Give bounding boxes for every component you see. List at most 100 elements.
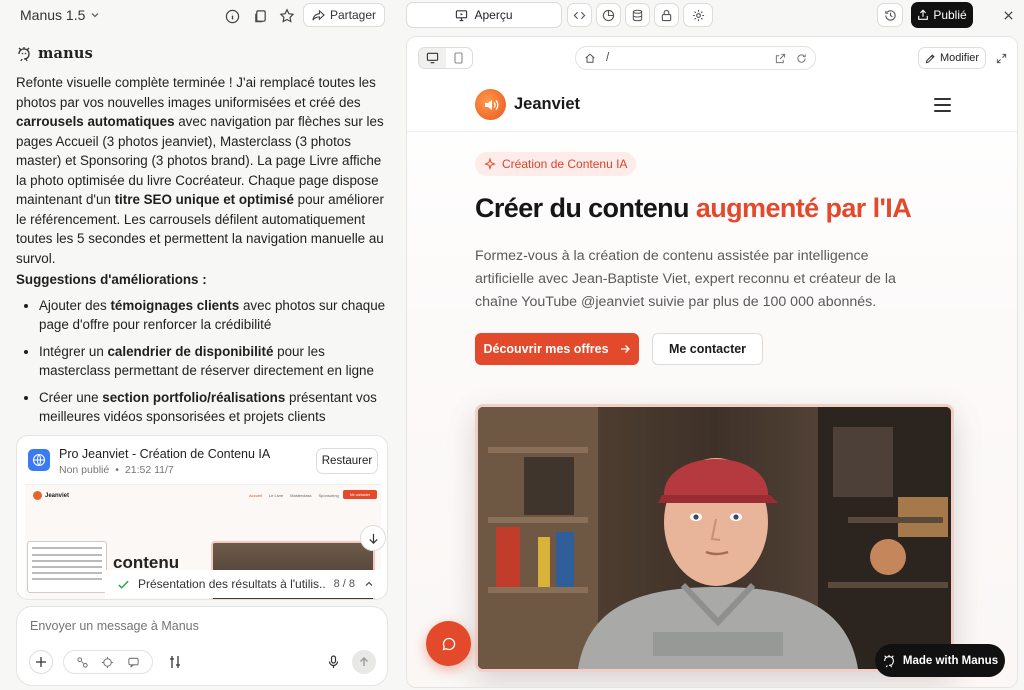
- suggestions-heading: Suggestions d'améliorations :: [16, 270, 394, 290]
- edit-label: Modifier: [939, 52, 980, 64]
- discover-offers-button[interactable]: Découvrir mes offres: [475, 333, 639, 365]
- site-viewport: Jeanviet Création de Contenu IA Créer du…: [407, 79, 1017, 687]
- edit-button[interactable]: Modifier: [918, 47, 986, 69]
- mobile-icon[interactable]: [446, 48, 473, 68]
- agent-icon[interactable]: [101, 656, 114, 669]
- browser-bar: / Modifier: [407, 37, 1017, 79]
- message-composer: [16, 606, 388, 686]
- chat-icon: [442, 637, 455, 650]
- chevron-up-icon: [365, 581, 373, 586]
- lock-icon[interactable]: [654, 3, 679, 27]
- suggestion-item: Ajouter des témoignages clients avec pho…: [39, 296, 394, 335]
- speaker-logo-icon: [475, 89, 506, 120]
- thumb-nav: Accueil Le Livre Masterclass Sponsoring: [249, 493, 339, 498]
- mic-icon[interactable]: [323, 652, 343, 672]
- message-paragraph: Refonte visuelle complète terminée ! J'a…: [16, 73, 394, 268]
- external-link-icon[interactable]: [775, 53, 786, 64]
- settings-sliders-icon[interactable]: [163, 650, 187, 674]
- star-icon[interactable]: [277, 6, 297, 26]
- task-label: Présentation des résultats à l'utilis...: [138, 577, 326, 591]
- globe-icon: [28, 449, 50, 471]
- hero-headline: Créer du contenu augmenté par l'IA: [475, 193, 912, 224]
- device-toggle: [418, 47, 473, 69]
- tool-group: [63, 650, 153, 674]
- url-path: /: [606, 52, 610, 64]
- message-bold: titre SEO unique et optimisé: [114, 192, 294, 207]
- hero-description: Formez-vous à la création de contenu ass…: [475, 248, 896, 310]
- send-icon[interactable]: [352, 650, 376, 674]
- task-count: 8 / 8: [333, 578, 355, 590]
- share-icon: [312, 9, 325, 20]
- primary-cta-label: Découvrir mes offres: [483, 342, 609, 356]
- thumb-logo-icon: [33, 491, 42, 500]
- hero-photo-illustration: [478, 407, 951, 669]
- refresh-icon[interactable]: [796, 53, 807, 64]
- database-icon[interactable]: [625, 3, 650, 27]
- thumb-popup: [27, 541, 107, 593]
- sparkle-icon: [484, 158, 496, 170]
- manus-logo-icon: [18, 46, 30, 61]
- preview-pane: / Modifier Jeanviet Création de Contenu …: [406, 36, 1018, 688]
- close-icon[interactable]: [998, 5, 1018, 25]
- publish-button[interactable]: Publié: [911, 2, 973, 28]
- chat-pane: Manus 1.5 Partager manus Refonte visuell…: [0, 0, 404, 690]
- thumb-brand-name: Jeanviet: [45, 492, 70, 499]
- check-icon: [118, 580, 129, 589]
- info-icon[interactable]: [222, 6, 242, 26]
- chat-bubble-icon[interactable]: [127, 656, 140, 669]
- restore-button[interactable]: Restaurer: [316, 448, 378, 474]
- project-status: Non publié: [59, 464, 110, 476]
- preview-label: Aperçu: [474, 8, 513, 22]
- code-icon[interactable]: [567, 3, 592, 27]
- project-card[interactable]: Pro Jeanviet - Création de Contenu IA No…: [16, 435, 388, 600]
- url-bar[interactable]: /: [575, 46, 816, 70]
- contact-button[interactable]: Me contacter: [652, 333, 763, 365]
- manus-logo-icon: [883, 654, 894, 667]
- arrow-down-icon: [368, 533, 378, 544]
- desktop-icon[interactable]: [419, 48, 446, 68]
- hamburger-icon[interactable]: [934, 98, 951, 112]
- message-bold: carrousels automatiques: [16, 114, 175, 129]
- sender-header: manus: [16, 45, 93, 62]
- connector-icon[interactable]: [76, 656, 89, 669]
- chevron-down-icon: [91, 13, 99, 18]
- suggestions-title: Suggestions d'améliorations :: [16, 272, 207, 287]
- thumb-brand: Jeanviet: [33, 491, 69, 500]
- made-with-label: Made with Manus: [902, 654, 999, 667]
- sender-name: manus: [38, 45, 93, 62]
- chart-icon[interactable]: [596, 3, 621, 27]
- task-status-bar[interactable]: Présentation des résultats à l'utilis...…: [105, 570, 385, 598]
- monitor-icon: [456, 9, 468, 21]
- upload-icon: [918, 9, 929, 20]
- assistant-message: Refonte visuelle complète terminée ! J'a…: [16, 73, 394, 434]
- model-selector[interactable]: Manus 1.5: [20, 7, 101, 23]
- hero-badge: Création de Contenu IA: [475, 152, 637, 176]
- site-header: Jeanviet: [407, 79, 1017, 132]
- made-with-manus-badge[interactable]: Made with Manus: [875, 644, 1005, 677]
- project-meta: Non publié • 21:52 11/7: [59, 464, 174, 476]
- share-button[interactable]: Partager: [303, 3, 385, 27]
- share-label: Partager: [329, 8, 377, 22]
- suggestion-item: Créer une section portfolio/réalisations…: [39, 388, 394, 427]
- chat-bubble-button[interactable]: [426, 621, 471, 666]
- scroll-down-button[interactable]: [360, 525, 386, 551]
- expand-icon[interactable]: [992, 49, 1010, 67]
- home-icon[interactable]: [584, 52, 596, 64]
- message-input[interactable]: [30, 619, 370, 633]
- preview-tab[interactable]: Aperçu: [406, 2, 562, 28]
- suggestion-item: Intégrer un calendrier de disponibilité …: [39, 342, 394, 381]
- hero-photo: [475, 404, 954, 672]
- history-icon[interactable]: [877, 3, 903, 27]
- plus-icon[interactable]: [29, 650, 53, 674]
- badge-label: Création de Contenu IA: [502, 157, 628, 171]
- headline-accent: augmenté par l'IA: [695, 193, 912, 223]
- gear-icon[interactable]: [683, 3, 713, 27]
- project-title: Pro Jeanviet - Création de Contenu IA: [59, 447, 271, 461]
- site-brand[interactable]: Jeanviet: [475, 89, 580, 120]
- publish-label: Publié: [933, 8, 967, 22]
- site-brand-name: Jeanviet: [514, 95, 581, 113]
- copy-icon[interactable]: [250, 6, 270, 26]
- message-text: Refonte visuelle complète terminée ! J'a…: [16, 75, 376, 110]
- thumb-cta: Me contacter: [343, 490, 377, 499]
- edit-icon: [925, 53, 935, 63]
